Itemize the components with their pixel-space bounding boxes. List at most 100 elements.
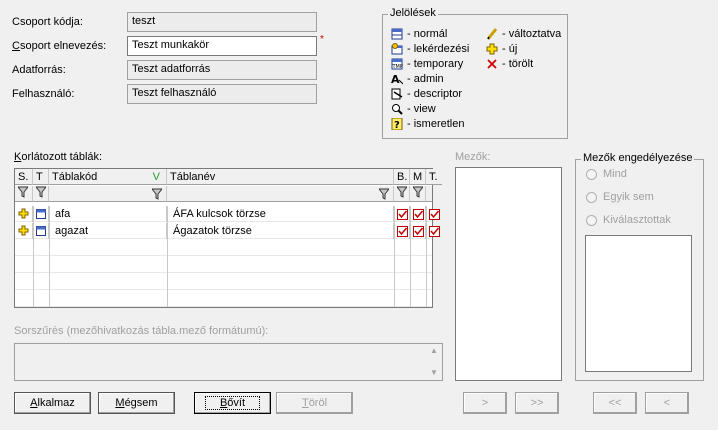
- checked-box-icon: [397, 226, 408, 237]
- legend-label: - új: [502, 43, 518, 55]
- header-t2[interactable]: T.: [426, 169, 442, 185]
- name-input[interactable]: Teszt munkakör: [127, 36, 317, 56]
- checked-box-icon: [413, 226, 424, 237]
- cancel-button[interactable]: Mégsem: [98, 392, 175, 414]
- filter-icon: [411, 186, 425, 198]
- checked-box-icon: [429, 209, 440, 220]
- legend-item-new: - új: [486, 43, 517, 55]
- legend-label: - változtatva: [502, 28, 562, 40]
- grid-line: [33, 206, 34, 307]
- filter-t2[interactable]: [426, 186, 432, 202]
- header-code[interactable]: Táblakód V: [49, 169, 167, 185]
- radio-none[interactable]: Egyik sem: [586, 191, 654, 203]
- table-row[interactable]: afa ÁFA kulcsok törzse: [15, 206, 440, 222]
- legend-item-unknown: ? - ismeretlen: [391, 118, 464, 130]
- fields-label: Mezők:: [455, 151, 491, 163]
- descriptor-icon: [391, 88, 403, 100]
- next-button[interactable]: >: [463, 392, 507, 414]
- plus-icon: [18, 208, 29, 219]
- checkbox-b[interactable]: [394, 223, 410, 239]
- legend-label: - descriptor: [407, 88, 463, 100]
- checked-box-icon: [397, 209, 408, 220]
- filter-code[interactable]: [49, 186, 167, 202]
- temporary-table-icon: TMP: [391, 58, 403, 70]
- header-m[interactable]: M: [410, 169, 426, 185]
- prev-button[interactable]: <: [645, 392, 689, 414]
- legend-item-descriptor: - descriptor: [391, 88, 462, 100]
- fields-list[interactable]: [455, 167, 562, 381]
- required-marker: *: [320, 34, 324, 45]
- legend-label: - admin: [407, 73, 444, 85]
- user-field: Teszt felhasználó: [127, 84, 317, 104]
- admin-icon: A: [391, 73, 403, 85]
- filter-t[interactable]: [33, 186, 49, 202]
- header-s[interactable]: S.: [15, 169, 33, 185]
- table-row[interactable]: agazat Ágazatok törzse: [15, 223, 440, 239]
- table-icon: [36, 226, 46, 236]
- row-status: [15, 223, 33, 239]
- filter-icon: [16, 186, 30, 198]
- radio-icon: [586, 191, 597, 203]
- unknown-icon: ?: [391, 118, 403, 130]
- svg-text:TMP: TMP: [392, 64, 403, 70]
- grid-line: [410, 206, 411, 307]
- grid-line: [49, 206, 50, 307]
- expand-button[interactable]: Bővít: [194, 392, 271, 414]
- name-label: Csoport elnevezés:: [12, 40, 107, 52]
- row-type: [33, 206, 49, 222]
- legend-item-deleted: - törölt: [486, 58, 533, 70]
- grid-line: [426, 206, 427, 307]
- filter-icon: [379, 188, 389, 200]
- scroll-down-icon[interactable]: ▼: [430, 368, 438, 377]
- legend-item-normal: - normál: [391, 28, 447, 40]
- header-name[interactable]: Táblanév: [167, 169, 394, 185]
- tables-grid[interactable]: S. T Táblakód V Táblanév B. M T. afa ÁFA …: [14, 168, 442, 308]
- source-label: Adatforrás:: [12, 64, 66, 76]
- row-name: ÁFA kulcsok törzse: [167, 206, 394, 222]
- checkbox-m[interactable]: [410, 206, 426, 222]
- legend-label: - temporary: [407, 58, 464, 70]
- filter-b[interactable]: [394, 186, 410, 202]
- focus-ring: Bővít: [204, 396, 261, 410]
- selected-fields-list[interactable]: [585, 235, 692, 372]
- empty-row: [15, 257, 432, 273]
- source-field: Teszt adatforrás: [127, 60, 317, 80]
- filter-s[interactable]: [15, 186, 33, 202]
- legend-label: - view: [407, 103, 436, 115]
- plus-icon: [486, 43, 498, 55]
- plus-icon: [18, 225, 29, 236]
- svg-text:?: ?: [394, 120, 400, 130]
- grid-line: [167, 206, 168, 307]
- view-icon: [392, 104, 403, 115]
- filter-m[interactable]: [410, 186, 426, 202]
- prev-all-button[interactable]: <<: [593, 392, 637, 414]
- apply-button[interactable]: Alkalmaz: [14, 392, 91, 414]
- filter-name[interactable]: [167, 186, 394, 202]
- checkbox-b[interactable]: [394, 206, 410, 222]
- user-label: Felhasználó:: [12, 88, 75, 100]
- row-filter-textarea[interactable]: ▲ ▼: [14, 343, 443, 381]
- filter-icon: [395, 186, 409, 198]
- table-icon: [391, 28, 403, 40]
- checked-box-icon: [429, 226, 440, 237]
- pencil-icon: [486, 28, 498, 40]
- next-all-button[interactable]: >>: [515, 392, 559, 414]
- delete-button[interactable]: Töröl: [276, 392, 353, 414]
- row-name: Ágazatok törzse: [167, 223, 394, 239]
- empty-row: [15, 274, 432, 290]
- header-t[interactable]: T: [33, 169, 49, 185]
- code-field: teszt: [127, 12, 317, 32]
- radio-label: Mind: [603, 168, 627, 180]
- legend-label: - törölt: [502, 58, 534, 70]
- radio-selected[interactable]: Kiválasztottak: [586, 214, 671, 226]
- scroll-up-icon[interactable]: ▲: [430, 346, 438, 355]
- radio-all[interactable]: Mind: [586, 168, 627, 180]
- grid-line: [394, 206, 395, 307]
- row-filter-label: Sorszűrés (mezőhivatkozás tábla.mező for…: [14, 325, 269, 337]
- scrollbar[interactable]: ▲ ▼: [427, 344, 442, 380]
- radio-label: Kiválasztottak: [603, 214, 671, 226]
- legend-label: - ismeretlen: [407, 118, 465, 130]
- legend-item-changed: - változtatva: [486, 28, 561, 40]
- checkbox-m[interactable]: [410, 223, 426, 239]
- header-b[interactable]: B.: [394, 169, 410, 185]
